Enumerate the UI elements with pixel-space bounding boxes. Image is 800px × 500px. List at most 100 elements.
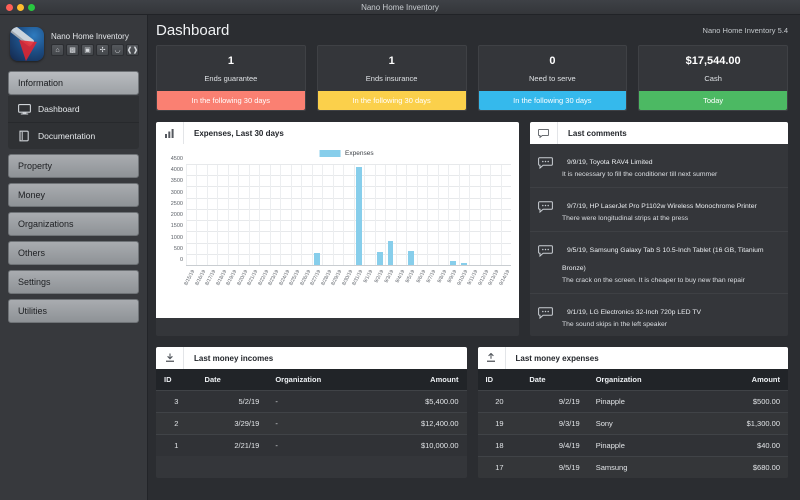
kpi-label: Need to serve bbox=[529, 74, 576, 83]
chart-legend: Expenses bbox=[319, 150, 374, 157]
sidebar-item-dashboard[interactable]: Dashboard bbox=[8, 96, 139, 123]
column-header-id[interactable]: ID bbox=[156, 369, 197, 391]
chart-canvas[interactable]: Expenses 0 500 1000 1500 2000 2500 3000 3500 400… bbox=[156, 144, 519, 318]
cell-date: 9/2/19 bbox=[521, 390, 588, 413]
grid-line bbox=[206, 165, 208, 266]
cell-amount: $40.00 bbox=[699, 434, 788, 457]
kpi-card-ends-guarantee[interactable]: 1 Ends guarantee In the following 30 day… bbox=[156, 45, 306, 111]
sidebar-item-property[interactable]: Property bbox=[8, 154, 139, 178]
sidebar-item-information[interactable]: Information bbox=[8, 71, 139, 95]
sidebar-item-settings[interactable]: Settings bbox=[8, 270, 139, 294]
table-row[interactable]: 17 9/5/19 Samsung $680.00 bbox=[477, 456, 788, 479]
list-item[interactable]: 9/9/19, Toyota RAV4 Limited It is necess… bbox=[530, 144, 788, 188]
expenses-chart-panel: Expenses, Last 30 days Expenses 0 500 1000… bbox=[156, 122, 519, 337]
sidebar-item-others[interactable]: Others bbox=[8, 241, 139, 265]
x-axis-tick: 9/1/19 bbox=[362, 269, 375, 285]
column-header-amount[interactable]: Amount bbox=[699, 369, 788, 391]
column-header-organization[interactable]: Organization bbox=[267, 369, 375, 391]
grid-line bbox=[437, 165, 439, 266]
column-header-date[interactable]: Date bbox=[196, 369, 268, 391]
box-icon[interactable]: ▣ bbox=[81, 44, 94, 56]
grid-line bbox=[290, 165, 292, 266]
incomes-table: ID Date Organization Amount 3 5/2/19 - $… bbox=[156, 369, 467, 457]
x-axis-tick: 9/4/19 bbox=[394, 269, 407, 285]
grid-line bbox=[374, 165, 376, 266]
list-item[interactable]: 9/7/19, HP LaserJet Pro P1102w Wireless … bbox=[530, 188, 788, 232]
column-header-id[interactable]: ID bbox=[477, 369, 522, 391]
chart-bar[interactable] bbox=[356, 166, 362, 266]
cell-organization: Sony bbox=[587, 412, 700, 435]
grid-line bbox=[353, 165, 355, 266]
y-axis-tick: 4000 bbox=[170, 167, 183, 174]
comment-meta: 9/5/19, Samsung Galaxy Tab S 10.5-Inch T… bbox=[562, 246, 764, 272]
app-body: Nano Home Inventory ⌂ ▩ ▣ ✢ ◡ ❰❱ Informa… bbox=[0, 15, 800, 500]
list-item[interactable]: 9/5/19, Samsung Galaxy Tab S 10.5-Inch T… bbox=[530, 232, 788, 294]
column-header-amount[interactable]: Amount bbox=[374, 369, 467, 391]
grid-line bbox=[269, 165, 271, 266]
page-title: Dashboard bbox=[156, 21, 230, 39]
list-item[interactable]: 9/1/19, LG Electronics 32-Inch 720p LED … bbox=[530, 294, 788, 337]
chart-icon[interactable]: ▩ bbox=[66, 44, 79, 56]
last-comments-panel: Last comments 9/9/19, Toyota RAV4 Limite… bbox=[530, 122, 788, 337]
column-header-organization[interactable]: Organization bbox=[587, 369, 700, 391]
table-row[interactable]: 20 9/2/19 Pinapple $500.00 bbox=[477, 390, 788, 413]
y-axis-tick: 1000 bbox=[170, 234, 183, 241]
comment-icon[interactable]: ◡ bbox=[111, 44, 124, 56]
table-row[interactable]: 2 3/29/19 - $12,400.00 bbox=[156, 412, 467, 435]
grid-line bbox=[322, 165, 324, 266]
kpi-badge[interactable]: Today bbox=[639, 91, 787, 110]
sidebar-item-money[interactable]: Money bbox=[8, 183, 139, 207]
cell-organization: - bbox=[267, 390, 375, 413]
grid-line bbox=[186, 175, 511, 177]
chart-bar[interactable] bbox=[408, 250, 415, 266]
wrench-icon[interactable]: ✢ bbox=[96, 44, 109, 56]
grid-line bbox=[186, 165, 187, 266]
table-header-row: ID Date Organization Amount bbox=[477, 369, 788, 391]
sidebar-item-label: Dashboard bbox=[38, 104, 80, 114]
brand-name: Nano Home Inventory bbox=[51, 32, 129, 41]
panel-header: Last money expenses bbox=[477, 347, 788, 370]
table-row[interactable]: 3 5/2/19 - $5,400.00 bbox=[156, 390, 467, 413]
sidebar-item-utilities[interactable]: Utilities bbox=[8, 299, 139, 323]
kpi-label: Ends insurance bbox=[365, 74, 418, 83]
table-row[interactable]: 18 9/4/19 Pinapple $40.00 bbox=[477, 434, 788, 457]
panel-title: Last comments bbox=[568, 128, 627, 138]
chart-bar[interactable] bbox=[377, 252, 383, 266]
kpi-card-cash[interactable]: $17,544.00 Cash Today bbox=[638, 45, 788, 111]
grid-line bbox=[186, 242, 511, 244]
grid-line bbox=[490, 165, 492, 266]
comment-bubble-icon bbox=[538, 301, 554, 324]
kpi-badge[interactable]: In the following 30 days bbox=[317, 91, 466, 110]
cell-date: 2/21/19 bbox=[196, 434, 268, 457]
brand-toolbar: ⌂ ▩ ▣ ✢ ◡ ❰❱ bbox=[51, 44, 139, 56]
comment-meta: 9/1/19, LG Electronics 32-Inch 720p LED … bbox=[567, 308, 701, 316]
table-row[interactable]: 19 9/3/19 Sony $1,300.00 bbox=[477, 412, 788, 435]
grid-line bbox=[311, 165, 313, 266]
column-header-date[interactable]: Date bbox=[521, 369, 588, 391]
chart-bar[interactable] bbox=[387, 240, 394, 266]
grid-line bbox=[479, 165, 481, 266]
cell-organization: Samsung bbox=[587, 456, 700, 479]
kpi-card-need-to-serve[interactable]: 0 Need to serve In the following 30 days bbox=[477, 45, 628, 111]
cell-id: 3 bbox=[156, 390, 197, 413]
grid-line bbox=[343, 165, 345, 266]
bar-chart-icon bbox=[156, 122, 184, 144]
sidebar-item-documentation[interactable]: Documentation bbox=[8, 123, 139, 149]
y-axis-tick: 4500 bbox=[170, 156, 183, 162]
cell-date: 3/29/19 bbox=[196, 412, 268, 435]
kpi-badge[interactable]: In the following 30 days bbox=[478, 91, 627, 110]
share-icon[interactable]: ❰❱ bbox=[126, 44, 139, 56]
home-icon[interactable]: ⌂ bbox=[51, 44, 64, 56]
cell-date: 9/5/19 bbox=[521, 456, 588, 479]
table-row[interactable]: 1 2/21/19 - $10,000.00 bbox=[156, 434, 467, 457]
expenses-table: ID Date Organization Amount 20 9/2/19 Pi… bbox=[477, 369, 788, 479]
kpi-value: 0 bbox=[549, 55, 556, 67]
panel-header: Last money incomes bbox=[156, 347, 467, 370]
download-icon bbox=[156, 347, 184, 370]
kpi-label: Ends guarantee bbox=[204, 74, 258, 83]
plot-area: 0 500 1000 1500 2000 2500 3000 3500 4000 4500 8/15… bbox=[171, 156, 511, 287]
kpi-badge[interactable]: In the following 30 days bbox=[157, 91, 305, 110]
kpi-card-ends-insurance[interactable]: 1 Ends insurance In the following 30 day… bbox=[316, 45, 467, 111]
sidebar-item-organizations[interactable]: Organizations bbox=[8, 212, 139, 236]
y-axis-tick: 2500 bbox=[170, 200, 183, 207]
